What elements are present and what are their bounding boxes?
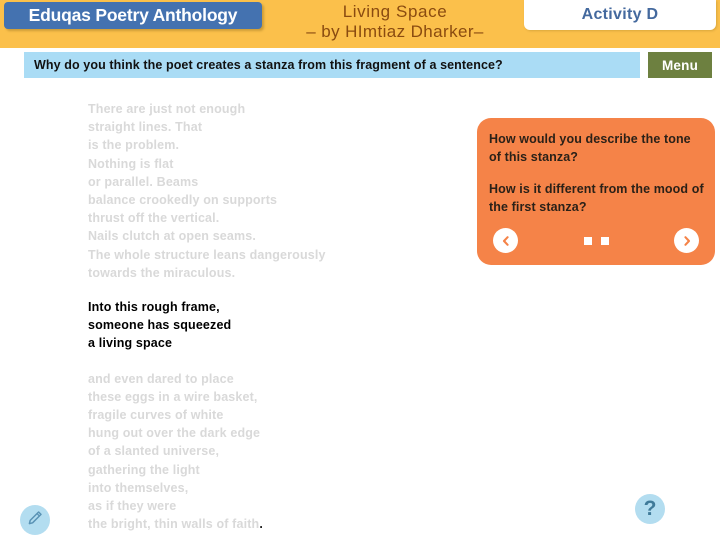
poem-line: There are just not enough <box>88 102 246 116</box>
poem-line: Into this rough frame, <box>88 300 220 315</box>
poem-line: the bright, thin walls of faith. <box>88 515 448 533</box>
poem-line: towards the miraculous. <box>88 265 236 280</box>
poem-line: The whole structure leans dangerously <box>88 247 326 262</box>
help-button[interactable]: ? <box>635 494 665 524</box>
activity-label: Activity D <box>581 6 659 23</box>
brand-label: Eduqas Poetry Anthology <box>28 5 238 25</box>
next-button[interactable] <box>674 228 699 253</box>
poem-line: into themselves, <box>88 480 189 495</box>
pencil-icon <box>26 509 44 532</box>
poem-final-punctuation: . <box>259 517 263 532</box>
poem-line: a living space <box>88 336 173 351</box>
page-dot[interactable] <box>583 236 592 245</box>
prompt-question-one: How would you describe the tone of this … <box>489 132 691 164</box>
poem-line: Nails clutch at open seams. <box>88 229 256 244</box>
question-bar: Why do you think the poet creates a stan… <box>24 52 640 78</box>
prompt-question-two: How is it different from the mood of the… <box>489 182 704 214</box>
poem-line: is the problem. <box>88 138 180 153</box>
poem-line: fragile curves of white <box>88 408 224 423</box>
poem-line: someone has squeezed <box>88 318 232 333</box>
brand-badge: Eduqas Poetry Anthology <box>4 2 262 29</box>
poem-line: balance crookedly on supports <box>88 193 278 208</box>
chevron-right-icon <box>681 235 693 247</box>
poem-stanza-two-highlighted: Into this rough frame, someone has squee… <box>88 298 448 353</box>
poem-title-line2: – by HImtiaz Dharker– <box>306 22 484 41</box>
prompt-panel: How would you describe the tone of this … <box>477 118 715 265</box>
poem-stanza-three: and even dared to place these eggs in a … <box>88 370 448 534</box>
poem-line: Nothing is flat <box>88 156 174 171</box>
poem-title-line1: Living Space <box>342 2 448 21</box>
poem-body: There are just not enough straight lines… <box>88 100 448 533</box>
poem-line: as if they were <box>88 499 177 514</box>
poem-line: thrust off the vertical. <box>88 211 220 226</box>
activity-badge: Activity D <box>524 0 716 30</box>
annotate-button[interactable] <box>20 505 50 535</box>
poem-line-text: the bright, thin walls of faith <box>88 517 260 532</box>
poem-line: these eggs in a wire basket, <box>88 389 258 404</box>
prompt-panel-navigation <box>477 228 715 254</box>
poem-line: straight lines. That <box>88 120 203 135</box>
poem-line: hung out over the dark edge <box>88 426 261 441</box>
poem-stanza-one: There are just not enough straight lines… <box>88 100 448 282</box>
page-dot[interactable] <box>600 236 609 245</box>
question-bar-text: Why do you think the poet creates a stan… <box>34 58 503 72</box>
menu-button-label: Menu <box>661 57 699 73</box>
page-title: Living Space – by HImtiaz Dharker– <box>266 2 524 42</box>
question-mark-icon: ? <box>643 497 657 520</box>
poem-line: of a slanted universe, <box>88 444 220 459</box>
prompt-panel-text: How would you describe the tone of this … <box>489 130 705 216</box>
poem-line: or parallel. Beams <box>88 174 199 189</box>
poem-line: gathering the light <box>88 462 200 477</box>
poem-line: and even dared to place <box>88 371 234 386</box>
menu-button[interactable]: Menu <box>648 52 712 78</box>
